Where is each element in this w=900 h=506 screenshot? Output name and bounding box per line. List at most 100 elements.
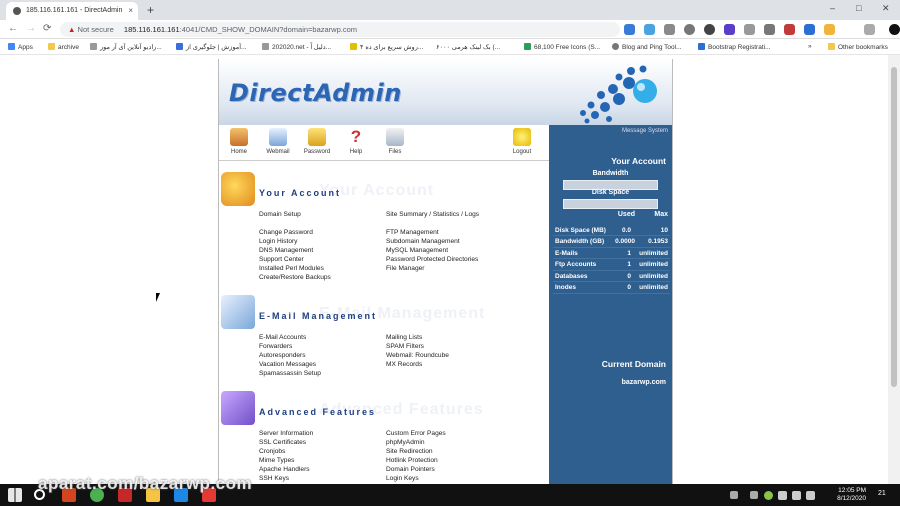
link-autoresponders[interactable]: Autoresponders <box>259 351 399 360</box>
link-domain-setup[interactable]: Domain Setup <box>259 210 399 219</box>
link-email-accounts[interactable]: E-Mail Accounts <box>259 333 399 342</box>
extension-icon[interactable] <box>784 24 795 35</box>
toolbar-files[interactable]: Files <box>375 128 415 155</box>
bookmark-item[interactable]: ۶۰۰۰ بک لینک هرمی (... <box>436 43 500 51</box>
current-domain-value[interactable]: bazarwp.com <box>622 379 666 386</box>
link-ssl-certificates[interactable]: SSL Certificates <box>259 438 399 447</box>
links-right-column: Site Summary / Statistics / Logs FTP Man… <box>386 210 526 273</box>
link-mailing-lists[interactable]: Mailing Lists <box>386 333 526 342</box>
link-mx-records[interactable]: MX Records <box>386 360 526 369</box>
link-change-password[interactable]: Change Password <box>259 228 399 237</box>
link-domain-pointers[interactable]: Domain Pointers <box>386 465 526 474</box>
link-mime-types[interactable]: Mime Types <box>259 456 399 465</box>
browser-tab[interactable]: 185.116.161.161 - DirectAdmin × <box>6 2 138 20</box>
bookmark-apps[interactable]: Apps <box>8 43 33 51</box>
security-label[interactable]: Not secure <box>78 25 114 34</box>
link-spamassassin-setup[interactable]: Spamassassin Setup <box>259 369 399 378</box>
link-cronjobs[interactable]: Cronjobs <box>259 447 399 456</box>
extension-icon[interactable] <box>764 24 775 35</box>
stats-row: Bandwidth (GB) 0.0000 0.1953 <box>553 236 670 248</box>
windows-start-icon[interactable] <box>8 488 22 502</box>
toolbar-home[interactable]: Home <box>219 128 259 155</box>
other-bookmarks[interactable]: Other bookmarks <box>828 43 888 51</box>
taskbar-clock[interactable]: 12:05 PM 8/12/2020 <box>837 487 866 503</box>
scrollbar-thumb[interactable] <box>891 67 897 387</box>
extension-icon[interactable] <box>864 24 875 35</box>
link-webmail-roundcube[interactable]: Webmail: Roundcube <box>386 351 526 360</box>
extension-icon[interactable] <box>644 24 655 35</box>
extension-icon[interactable] <box>624 24 635 35</box>
link-server-information[interactable]: Server Information <box>259 429 399 438</box>
link-site-summary[interactable]: Site Summary / Statistics / Logs <box>386 210 526 219</box>
reload-icon[interactable]: ⟳ <box>43 23 51 34</box>
da-toolbar: Home Webmail Password ? Help Files Logou… <box>219 125 549 161</box>
link-login-keys[interactable]: Login Keys <box>386 474 526 483</box>
toolbar-logout[interactable]: Logout <box>502 128 542 155</box>
back-icon[interactable]: ← <box>8 23 18 34</box>
message-system-link[interactable]: Message System <box>622 128 668 134</box>
new-tab-button[interactable]: + <box>147 3 154 17</box>
minimize-icon[interactable]: – <box>830 3 835 13</box>
link-mysql-management[interactable]: MySQL Management <box>386 246 526 255</box>
toolbar-password[interactable]: Password <box>297 128 337 155</box>
network-icon[interactable] <box>792 491 801 500</box>
link-subdomain-management[interactable]: Subdomain Management <box>386 237 526 246</box>
notification-center-icon[interactable]: 21 <box>878 490 886 497</box>
dots-logo-graphic <box>580 65 657 124</box>
tray-app-icon[interactable] <box>764 491 773 500</box>
link-password-protected-directories[interactable]: Password Protected Directories <box>386 255 526 264</box>
extension-icon[interactable] <box>684 24 695 35</box>
link-vacation-messages[interactable]: Vacation Messages <box>259 360 399 369</box>
volume-icon[interactable] <box>806 491 815 500</box>
extension-icon[interactable] <box>824 24 835 35</box>
link-forwarders[interactable]: Forwarders <box>259 342 399 351</box>
link-site-redirection[interactable]: Site Redirection <box>386 447 526 456</box>
link-file-manager[interactable]: File Manager <box>386 264 526 273</box>
extension-icon[interactable] <box>704 24 715 35</box>
bookmark-icon <box>698 43 705 50</box>
close-tab-icon[interactable]: × <box>128 6 133 15</box>
link-custom-error-pages[interactable]: Custom Error Pages <box>386 429 526 438</box>
link-ssh-keys[interactable]: SSH Keys <box>259 474 399 483</box>
link-login-history[interactable]: Login History <box>259 237 399 246</box>
maximize-icon[interactable]: □ <box>856 3 861 13</box>
link-create-restore-backups[interactable]: Create/Restore Backups <box>259 273 399 282</box>
link-spam-filters[interactable]: SPAM Filters <box>386 342 526 351</box>
bookmark-icon <box>524 43 531 50</box>
link-ftp-management[interactable]: FTP Management <box>386 228 526 237</box>
link-hotlink-protection[interactable]: Hotlink Protection <box>386 456 526 465</box>
folder-icon <box>828 43 835 50</box>
bookmark-item[interactable]: 202020.net - دلیل اً... <box>262 43 331 51</box>
link-support-center[interactable]: Support Center <box>259 255 399 264</box>
more-bookmarks-icon[interactable]: » <box>808 43 812 50</box>
bookmark-item[interactable]: آموزش | جلوگیری از... <box>176 43 246 51</box>
stats-row: Inodes 0 unlimited <box>553 282 670 294</box>
extension-icon[interactable] <box>664 24 675 35</box>
extension-icon[interactable] <box>804 24 815 35</box>
page-scrollbar[interactable] <box>888 55 900 484</box>
directadmin-logo[interactable]: DirectAdmin <box>229 79 402 107</box>
bookmark-item[interactable]: Bootstrap Registrati... <box>698 43 771 51</box>
bookmark-item[interactable]: Blog and Ping Tool... <box>612 43 682 51</box>
profile-avatar[interactable] <box>889 24 900 35</box>
people-icon[interactable] <box>730 491 738 499</box>
files-icon <box>386 128 404 146</box>
bookmark-item[interactable]: archive <box>48 43 79 51</box>
close-window-icon[interactable]: ✕ <box>882 3 890 14</box>
battery-icon[interactable] <box>778 491 787 500</box>
link-phpmyadmin[interactable]: phpMyAdmin <box>386 438 526 447</box>
link-perl-modules[interactable]: Installed Perl Modules <box>259 264 399 273</box>
bookmark-item[interactable]: 68,100 Free Icons (S... <box>524 43 600 51</box>
toolbar-webmail[interactable]: Webmail <box>258 128 298 155</box>
bookmark-item[interactable]: رادیو آنلاین آی آر مور... <box>90 43 162 51</box>
warning-icon[interactable]: ▲ <box>68 25 75 34</box>
forward-icon[interactable]: → <box>26 23 36 34</box>
url-bar[interactable]: ▲ Not secure 185.116.161.161:4041/CMD_SH… <box>60 22 620 37</box>
link-dns-management[interactable]: DNS Management <box>259 246 399 255</box>
extension-icon[interactable] <box>744 24 755 35</box>
extension-icon[interactable] <box>724 24 735 35</box>
toolbar-help[interactable]: ? Help <box>336 128 376 155</box>
bookmark-item[interactable]: ۴ روش سریع برای ده... <box>350 43 423 51</box>
tray-chevron-icon[interactable] <box>750 491 758 499</box>
link-apache-handlers[interactable]: Apache Handlers <box>259 465 399 474</box>
